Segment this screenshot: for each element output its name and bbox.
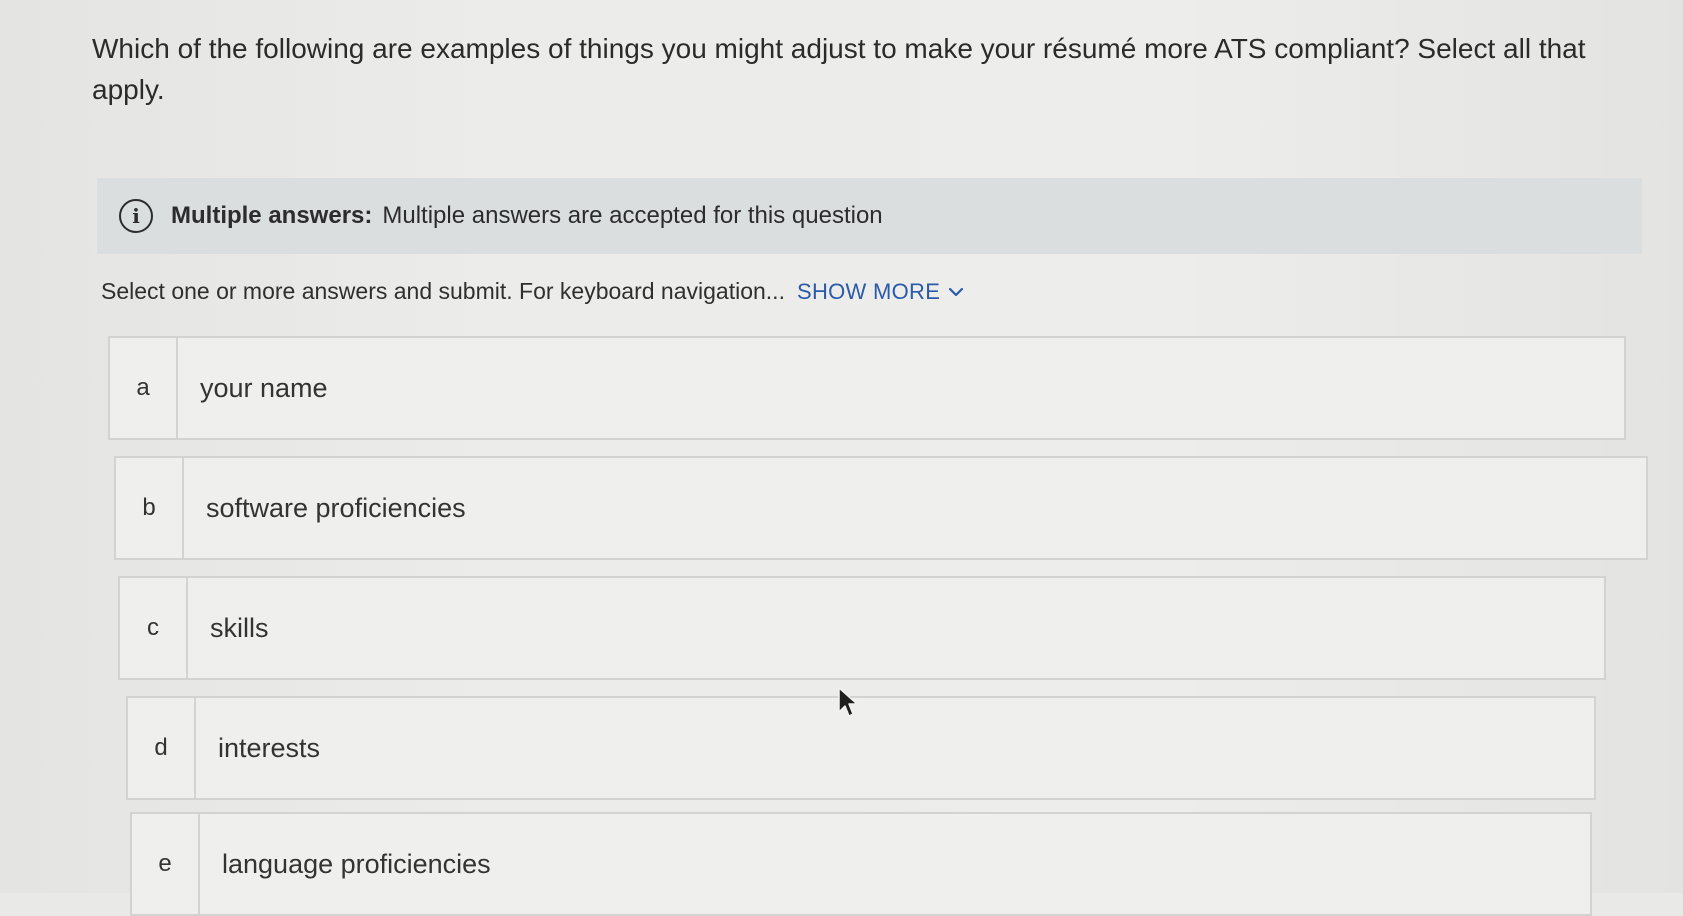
answer-option-e[interactable]: e language proficiencies (130, 812, 1592, 916)
answer-instructions: Select one or more answers and submit. F… (101, 278, 964, 305)
option-label: language proficiencies (222, 848, 491, 879)
option-label: software proficiencies (206, 492, 466, 523)
answer-option-a[interactable]: a your name (108, 336, 1626, 440)
instructions-text: Select one or more answers and submit. F… (101, 278, 785, 304)
multiple-answers-banner: i Multiple answers: Multiple answers are … (97, 178, 1642, 254)
option-label: your name (200, 372, 328, 403)
option-label: interests (218, 732, 321, 763)
info-icon: i (119, 199, 153, 233)
option-letter: a (110, 338, 178, 438)
banner-description: Multiple answers are accepted for this q… (382, 202, 883, 229)
mouse-pointer-icon (838, 687, 858, 717)
banner-label: Multiple answers: (171, 202, 373, 229)
answer-option-b[interactable]: b software proficiencies (114, 456, 1648, 560)
show-more-link[interactable]: SHOW MORE (797, 279, 964, 305)
option-letter: b (116, 458, 184, 558)
option-letter: e (132, 814, 200, 914)
chevron-down-icon (949, 287, 964, 296)
show-more-label: SHOW MORE (796, 278, 941, 304)
banner-message: Multiple answers: Multiple answers are ac… (171, 202, 883, 230)
question-text: Which of the following are examples of t… (92, 33, 1586, 105)
option-letter: c (120, 578, 188, 678)
option-label: skills (210, 612, 269, 643)
quiz-page: Which of the following are examples of t… (0, 0, 1683, 916)
answer-option-c[interactable]: c skills (118, 576, 1606, 680)
option-letter: d (128, 698, 196, 798)
